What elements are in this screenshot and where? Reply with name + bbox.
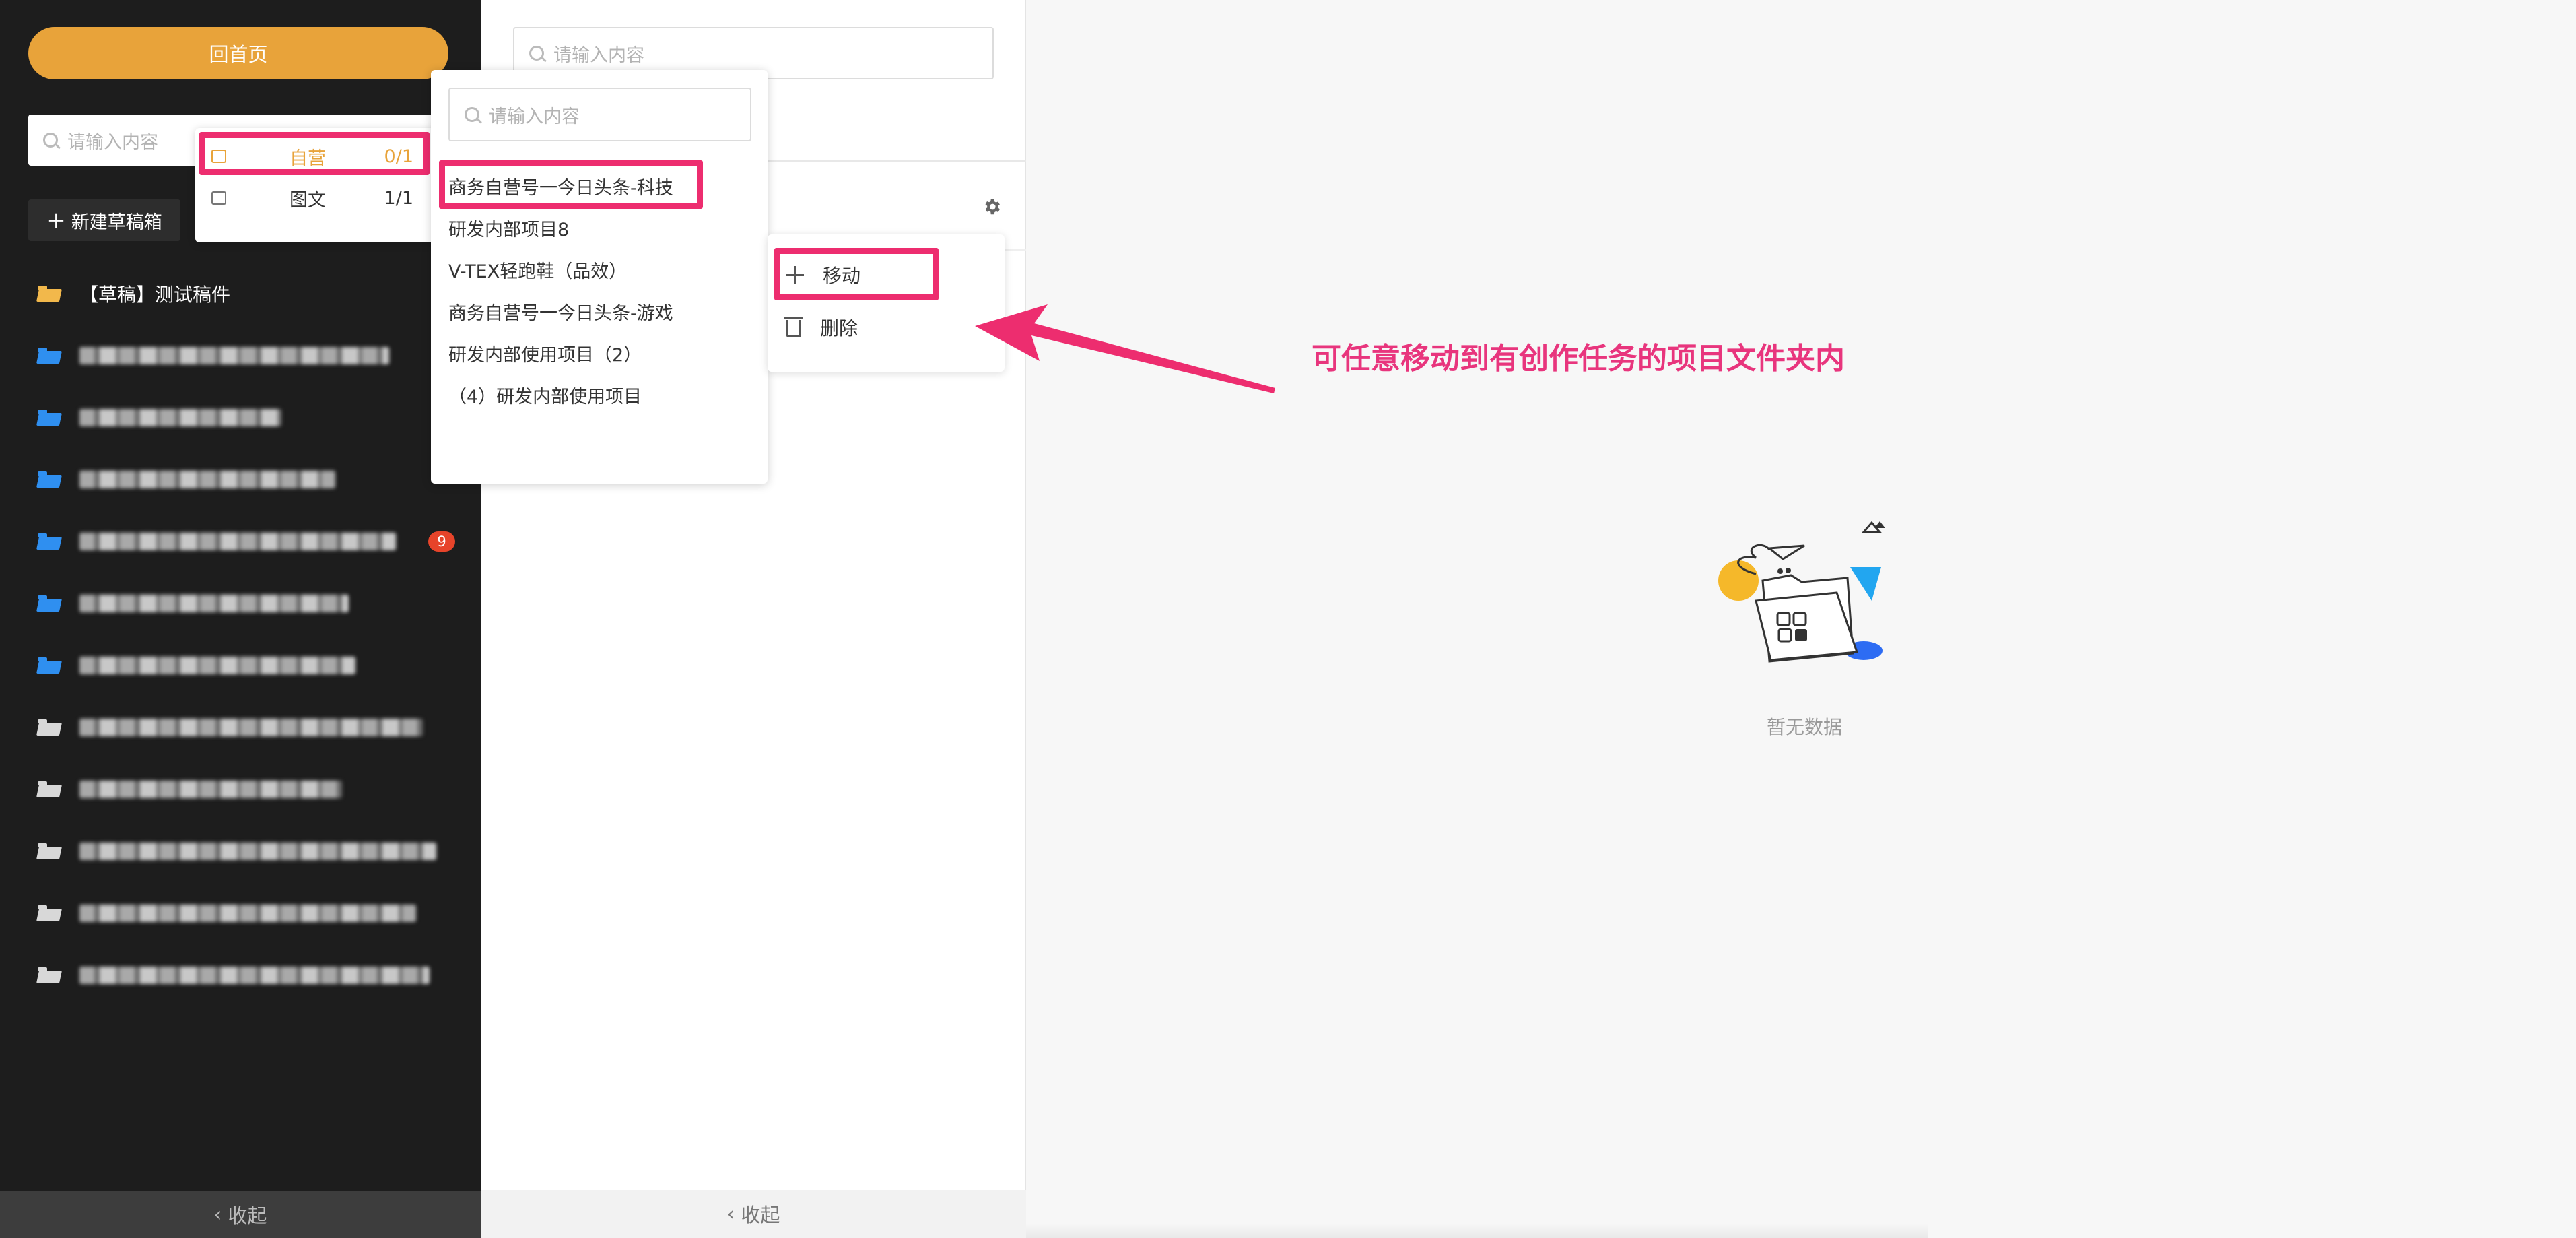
- folder-item[interactable]: [38, 831, 455, 872]
- blurred-folder-name: [79, 905, 416, 922]
- plus-icon: +: [46, 207, 66, 234]
- project-item[interactable]: 研发内部项目8: [448, 214, 569, 241]
- chevron-left-icon: ‹: [726, 1202, 741, 1225]
- move-label: 移动: [823, 265, 861, 287]
- search-placeholder: 请输入内容: [553, 44, 644, 66]
- project-selector-popup: 请输入内容 商务自营号一今日头条-科技 研发内部项目8 V-TEX轻跑鞋（品效）…: [431, 70, 768, 484]
- blurred-folder-name: [79, 409, 281, 426]
- folder-open-icon: [38, 843, 61, 859]
- new-draft-box-button[interactable]: + 新建草稿箱: [28, 199, 180, 241]
- folder-item[interactable]: [38, 893, 455, 934]
- category-count: 0/1: [384, 145, 413, 167]
- delete-label: 删除: [820, 317, 858, 339]
- project-item[interactable]: 研发内部使用项目（2）: [448, 339, 642, 366]
- bottom-scroll-shadow: [1026, 1223, 1928, 1238]
- move-menu-item[interactable]: 移动: [786, 256, 988, 294]
- sidebar-collapse-button[interactable]: ‹ 收起: [0, 1191, 481, 1238]
- blurred-folder-name: [79, 347, 389, 364]
- folder-item[interactable]: [38, 459, 455, 500]
- project-item[interactable]: （4）研发内部使用项目: [448, 381, 642, 408]
- folder-open-icon: [38, 781, 61, 797]
- folder-open-icon: [38, 471, 61, 488]
- blurred-folder-name: [79, 471, 335, 488]
- category-item-ziying[interactable]: 自营 0/1: [211, 137, 427, 175]
- annotation-text: 可任意移动到有创作任务的项目文件夹内: [1312, 341, 1845, 376]
- folder-label: 【草稿】测试稿件: [79, 284, 231, 306]
- category-label: 图文: [290, 189, 326, 211]
- chevron-left-icon: ‹: [213, 1203, 228, 1226]
- folder-open-icon: [38, 719, 61, 736]
- search-icon: [465, 107, 479, 122]
- new-draft-label: 新建草稿箱: [71, 211, 162, 233]
- category-label: 自营: [290, 148, 326, 169]
- category-count: 1/1: [384, 187, 413, 209]
- empty-folder-illustration: [1718, 521, 1885, 663]
- gear-icon[interactable]: [982, 197, 1002, 217]
- collapse-label: 收起: [741, 1204, 780, 1227]
- project-item[interactable]: V-TEX轻跑鞋（品效）: [448, 256, 627, 283]
- folder-open-icon: [38, 967, 61, 983]
- blurred-folder-name: [79, 781, 342, 798]
- project-item[interactable]: 商务自营号一今日头条-科技: [448, 172, 673, 199]
- folder-item[interactable]: [38, 645, 455, 686]
- unread-badge: 9: [428, 531, 455, 552]
- trash-icon: [784, 317, 803, 337]
- search-icon: [529, 46, 544, 61]
- folder-item[interactable]: 9: [38, 521, 455, 562]
- folder-item[interactable]: [38, 707, 455, 748]
- search-placeholder: 请输入内容: [67, 131, 158, 153]
- folder-item[interactable]: [38, 955, 455, 996]
- move-icon: [786, 266, 804, 284]
- folder-item[interactable]: [38, 583, 455, 624]
- category-item-tuwen[interactable]: 图文 1/1: [211, 179, 427, 217]
- folder-open-icon: [38, 533, 61, 550]
- project-search-input[interactable]: 请输入内容: [448, 88, 751, 141]
- collapse-label: 收起: [228, 1204, 267, 1227]
- annotation-arrow: [975, 304, 1275, 393]
- project-item[interactable]: 商务自营号一今日头条-游戏: [448, 298, 673, 325]
- folder-open-icon: [38, 595, 61, 612]
- blurred-folder-name: [79, 719, 423, 736]
- category-dropdown: 自营 0/1 图文 1/1: [195, 128, 438, 242]
- image-icon: [211, 191, 226, 205]
- folder-open-icon: [38, 348, 61, 364]
- search-icon: [43, 133, 58, 148]
- folder-open-icon: [38, 905, 61, 921]
- folder-open-icon: [38, 410, 61, 426]
- folder-item[interactable]: [38, 335, 455, 376]
- folder-open-icon: [38, 286, 61, 302]
- empty-state-text: 暂无数据: [1766, 716, 1842, 738]
- blurred-folder-name: [79, 533, 396, 550]
- folder-open-icon: [38, 657, 61, 674]
- image-icon: [211, 150, 226, 163]
- blurred-folder-name: [79, 967, 430, 984]
- delete-menu-item[interactable]: 删除: [784, 308, 988, 346]
- folder-item[interactable]: [38, 769, 455, 810]
- blurred-folder-name: [79, 843, 436, 860]
- blurred-folder-name: [79, 595, 349, 612]
- blurred-folder-name: [79, 657, 355, 674]
- folder-item[interactable]: [38, 397, 455, 438]
- folder-item-draft[interactable]: 【草稿】测试稿件: [38, 273, 455, 314]
- search-placeholder: 请输入内容: [489, 106, 580, 127]
- home-button[interactable]: 回首页: [28, 27, 448, 79]
- middle-collapse-button[interactable]: ‹ 收起: [481, 1190, 1026, 1238]
